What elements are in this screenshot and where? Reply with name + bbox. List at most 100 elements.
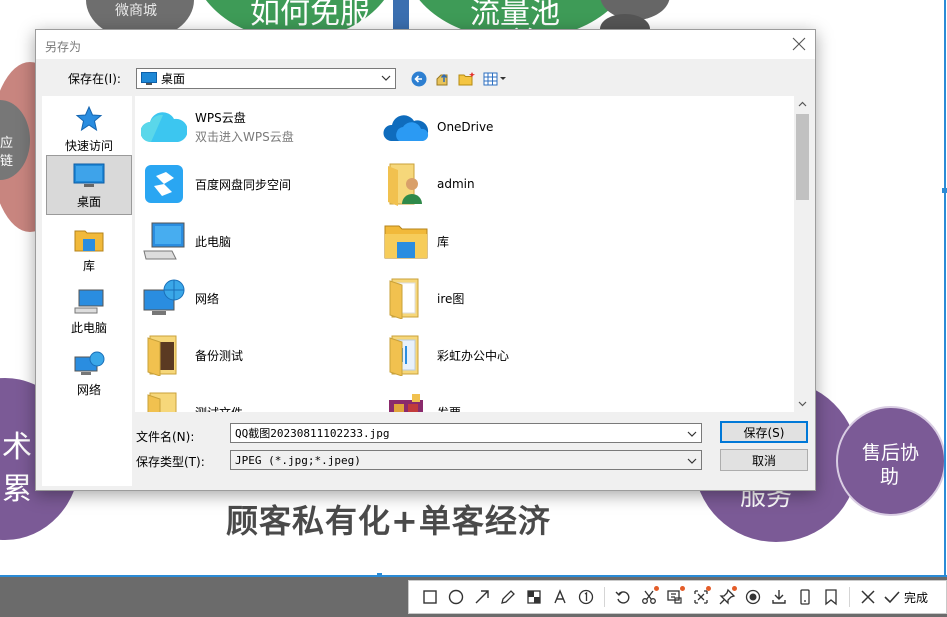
location-value: 桌面 — [161, 72, 186, 86]
chevron-down-icon — [687, 458, 697, 464]
list-item[interactable]: OneDrive — [383, 102, 613, 152]
number-tool-button[interactable] — [573, 584, 599, 610]
list-item[interactable]: WPS云盘 双击进入WPS云盘 — [141, 102, 371, 152]
download-button[interactable] — [766, 584, 792, 610]
capture-resize-handle[interactable] — [942, 188, 947, 193]
user-folder-icon — [383, 161, 429, 207]
screenshot-toolbar: 完成 — [408, 580, 947, 614]
mosaic-tool-button[interactable] — [521, 584, 547, 610]
dialog-nav-toolbar — [410, 70, 508, 88]
network-icon — [74, 351, 105, 375]
save-button[interactable]: 保存(S) — [720, 421, 808, 443]
list-item[interactable]: 库 — [383, 216, 613, 266]
folder-icon — [141, 332, 187, 378]
arrow-icon — [475, 590, 489, 604]
arrow-tool-button[interactable] — [469, 584, 495, 610]
rectangle-tool-button[interactable] — [417, 584, 443, 610]
location-dropdown[interactable]: 桌面 — [136, 68, 396, 89]
up-folder-icon — [436, 73, 448, 86]
pin-button[interactable] — [714, 584, 740, 610]
view-menu-button[interactable] — [482, 70, 508, 88]
file-name: 测试文件 — [195, 404, 243, 413]
vertical-scrollbar[interactable] — [794, 96, 811, 412]
place-library[interactable]: 库 — [46, 218, 132, 278]
new-badge — [706, 586, 711, 591]
list-item[interactable]: 备份测试 — [141, 330, 371, 380]
slide-text: 售后协 — [862, 442, 920, 464]
cancel-capture-button[interactable] — [855, 584, 881, 610]
list-item[interactable]: 测试文件 — [141, 387, 371, 412]
close-icon — [861, 590, 875, 604]
place-label: 桌面 — [76, 195, 101, 209]
file-name: 发票 — [437, 404, 461, 413]
record-button[interactable] — [740, 584, 766, 610]
close-icon[interactable] — [792, 37, 806, 51]
ellipse-icon — [448, 589, 464, 605]
file-name: 库 — [437, 234, 450, 249]
chevron-up-icon[interactable] — [798, 100, 807, 109]
wps-cloud-icon — [141, 104, 187, 150]
place-desktop[interactable]: 桌面 — [46, 155, 132, 215]
pencil-icon — [501, 590, 515, 604]
done-button[interactable]: 完成 — [883, 588, 928, 606]
back-arrow-icon — [411, 71, 427, 87]
dialog-titlebar[interactable]: 另存为 — [36, 30, 815, 59]
save-in-label: 保存在(I): — [68, 72, 121, 86]
archive-icon — [383, 389, 429, 412]
toolbar-separator — [849, 587, 850, 607]
back-button[interactable] — [410, 70, 428, 88]
chevron-down-icon[interactable] — [687, 429, 697, 439]
list-item[interactable]: ire图 — [383, 273, 613, 323]
text-tool-button[interactable] — [547, 584, 573, 610]
scissors-button[interactable] — [636, 584, 662, 610]
place-quick-access[interactable]: 快速访问 — [46, 98, 132, 158]
chevron-down-icon[interactable] — [798, 399, 807, 408]
computer-icon — [74, 289, 104, 314]
list-item[interactable]: 百度网盘同步空间 — [141, 159, 371, 209]
folder-icon — [383, 332, 429, 378]
ocr-button[interactable] — [662, 584, 688, 610]
file-name: 网络 — [195, 291, 220, 306]
list-item[interactable]: admin — [383, 159, 613, 209]
new-folder-icon — [458, 72, 475, 86]
pen-tool-button[interactable] — [495, 584, 521, 610]
bookmark-button[interactable] — [818, 584, 844, 610]
slide-text: 术 — [2, 430, 32, 465]
desktop-icon — [141, 72, 157, 85]
file-name: 彩虹办公中心 — [437, 348, 510, 363]
place-this-pc[interactable]: 此电脑 — [46, 280, 132, 340]
list-item[interactable]: 网络 — [141, 273, 371, 323]
record-icon — [745, 589, 761, 605]
filetype-select[interactable]: JPEG (*.jpg;*.jpeg) — [230, 450, 702, 470]
file-name: 此电脑 — [195, 234, 232, 249]
rectangle-icon — [423, 590, 437, 604]
new-folder-button[interactable] — [458, 70, 476, 88]
filename-input[interactable]: QQ截图20230811102233.jpg — [230, 423, 702, 443]
place-label: 此电脑 — [70, 321, 107, 335]
slide-text: 应 — [0, 136, 14, 151]
filetype-value: JPEG (*.jpg;*.jpeg) — [235, 453, 361, 467]
file-list: WPS云盘 双击进入WPS云盘 百度网盘同步空间 此电脑 网络 备份测试 One… — [135, 96, 811, 412]
slide-heading: 顾客私有化+单客经济 — [226, 502, 551, 540]
translate-button[interactable] — [688, 584, 714, 610]
undo-button[interactable] — [610, 584, 636, 610]
ellipse-tool-button[interactable] — [443, 584, 469, 610]
slide-text: 助 — [880, 466, 900, 488]
send-to-phone-button[interactable] — [792, 584, 818, 610]
up-folder-button[interactable] — [434, 70, 452, 88]
list-item[interactable]: 彩虹办公中心 — [383, 330, 613, 380]
list-item[interactable]: 此电脑 — [141, 216, 371, 266]
places-bar: 快速访问 桌面 库 此电脑 网络 — [42, 96, 132, 486]
undo-icon — [615, 591, 630, 604]
done-label: 完成 — [904, 590, 929, 605]
blue-strip — [393, 0, 409, 30]
place-network[interactable]: 网络 — [46, 342, 132, 402]
scrollbar-thumb[interactable] — [796, 114, 809, 200]
library-icon — [383, 218, 429, 264]
list-item[interactable]: 发票 — [383, 387, 613, 412]
place-label: 库 — [82, 259, 95, 273]
capture-selection-border[interactable] — [944, 0, 946, 577]
place-label: 快速访问 — [64, 139, 113, 153]
cancel-button[interactable]: 取消 — [720, 449, 808, 471]
file-name: admin — [437, 177, 475, 191]
